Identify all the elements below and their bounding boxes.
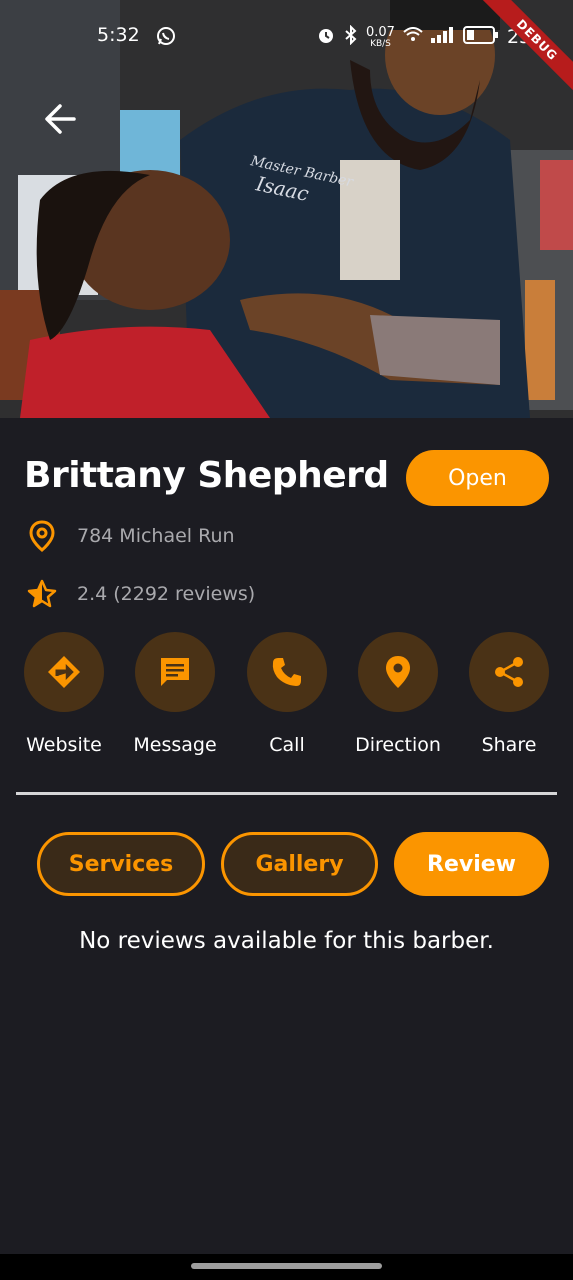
call-label: Call (269, 734, 305, 756)
back-button[interactable] (38, 96, 84, 142)
direction-button[interactable]: Direction (338, 632, 458, 756)
share-circle (469, 632, 549, 712)
bluetooth-icon (344, 24, 358, 49)
system-nav-bar (0, 1254, 573, 1280)
status-time: 5:32 (97, 24, 140, 46)
rating-text: 2.4 (2292 reviews) (77, 583, 256, 605)
website-label: Website (26, 734, 102, 756)
share-button[interactable]: Share (449, 632, 569, 756)
network-speed: 0.07 KB/S (366, 26, 395, 49)
website-circle (24, 632, 104, 712)
home-indicator[interactable] (191, 1263, 382, 1269)
call-button[interactable]: Call (227, 632, 347, 756)
direction-label: Direction (355, 734, 441, 756)
address-row: 784 Michael Run (26, 520, 235, 552)
network-speed-value: 0.07 (366, 24, 395, 40)
network-speed-unit: KB/S (370, 38, 391, 49)
location-pin-icon (26, 520, 58, 552)
location-pin-icon (386, 656, 410, 688)
tab-gallery[interactable]: Gallery (221, 832, 378, 896)
whatsapp-icon (156, 26, 176, 50)
address-text: 784 Michael Run (77, 525, 235, 547)
tab-review[interactable]: Review (394, 832, 549, 896)
message-label: Message (133, 734, 217, 756)
status-icons: 0.07 KB/S 23 (316, 24, 531, 50)
tab-services[interactable]: Services (37, 832, 205, 896)
action-bar: Website Message Call Direction Share (0, 632, 573, 762)
call-circle (247, 632, 327, 712)
barber-name: Brittany Shepherd (24, 455, 389, 496)
section-divider (16, 792, 557, 795)
phone-icon (272, 658, 301, 686)
status-bar: 5:32 0.07 KB/S 23 DEBUG (0, 0, 573, 97)
rating-row: 2.4 (2292 reviews) (26, 578, 255, 610)
directions-icon (48, 656, 80, 688)
battery-icon (462, 26, 499, 48)
arrow-back-icon (45, 104, 76, 134)
signal-icon (430, 27, 455, 47)
direction-circle (358, 632, 438, 712)
share-label: Share (481, 734, 537, 756)
wifi-icon (403, 27, 423, 47)
message-circle (135, 632, 215, 712)
message-button[interactable]: Message (115, 632, 235, 756)
open-status-button[interactable]: Open (406, 450, 549, 506)
star-half-icon (26, 578, 58, 610)
website-button[interactable]: Website (4, 632, 124, 756)
share-icon (495, 657, 523, 687)
empty-reviews-message: No reviews available for this barber. (79, 928, 494, 954)
message-icon (161, 658, 189, 686)
alarm-icon (316, 25, 336, 49)
